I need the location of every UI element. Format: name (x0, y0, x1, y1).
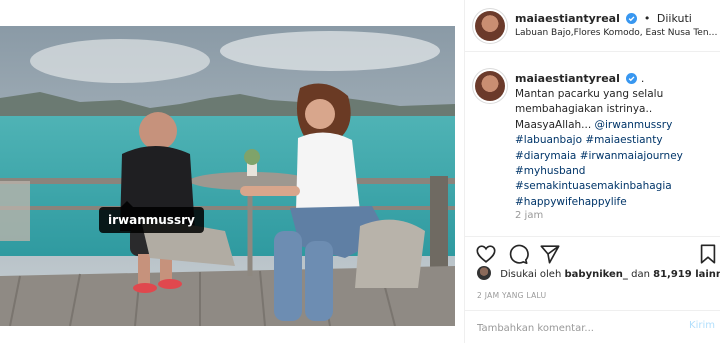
avatar[interactable] (475, 11, 505, 41)
comment-bar: Kirim (465, 310, 720, 343)
location-link[interactable]: Labuan Bajo,Flores Komodo, East Nusa Ten… (515, 28, 719, 38)
post-sidebar: maiaestiantyreal • Diikuti Labuan Bajo,F… (464, 0, 720, 343)
caption-text-fragment: MaasyaAllah... (515, 118, 592, 131)
header-user-row: maiaestiantyreal • Diikuti (515, 12, 692, 27)
caption-line: MaasyaAllah... @irwanmussry (515, 118, 715, 133)
hashtag-link[interactable]: #maiaestianty (582, 134, 662, 146)
comment-icon[interactable] (507, 243, 529, 265)
caption-text: Mantan pacarku yang selalu membahagiakan… (515, 87, 715, 210)
post-comment-button[interactable]: Kirim (689, 320, 715, 331)
post-header: maiaestiantyreal • Diikuti Labuan Bajo,F… (465, 0, 720, 52)
verified-badge-icon (626, 73, 638, 87)
caption-avatar[interactable] (475, 71, 505, 101)
hashtag-link[interactable]: #happywifehappylife (515, 195, 715, 210)
caption-time: 2 jam (515, 210, 544, 221)
caption-line: Mantan pacarku yang selalu (515, 88, 664, 100)
caption-line: membahagiakan istrinya.. (515, 103, 653, 116)
likes-summary: Disukai oleh babyniken_ dan 81,919 lainn… (477, 266, 720, 280)
hashtag-link[interactable]: #irwanmaiajourney (576, 150, 683, 162)
hashtag-link[interactable]: #labuanbajo #maiaestianty (515, 133, 715, 148)
caption-user-row: maiaestiantyreal . (515, 72, 644, 87)
liker-username-link[interactable]: babyniken_ (565, 269, 628, 280)
separator-dot: • (643, 12, 651, 25)
share-icon[interactable] (539, 243, 561, 265)
hashtag-link[interactable]: #semakintuasemakinbahagia (515, 179, 715, 194)
caption-username-link[interactable]: maiaestiantyreal (515, 72, 620, 85)
likes-count-link[interactable]: 81,919 lainnya (653, 269, 720, 280)
bookmark-icon[interactable] (697, 243, 719, 265)
heart-icon[interactable] (475, 243, 497, 265)
likes-joiner: dan (631, 269, 650, 280)
post-timestamp: 2 JAM YANG LALU (477, 291, 547, 300)
post-photo[interactable]: irwanmussry (0, 26, 455, 326)
verified-badge-icon (626, 13, 638, 27)
username-link[interactable]: maiaestiantyreal (515, 12, 620, 25)
caption-block: maiaestiantyreal . Mantan pacarku yang s… (465, 60, 720, 236)
follow-status-button[interactable]: Diikuti (657, 12, 692, 25)
hashtag-link[interactable]: #myhusband (515, 164, 715, 179)
user-tag-label[interactable]: irwanmussry (99, 201, 204, 233)
mention-link[interactable]: @irwanmussry (595, 119, 673, 131)
caption-suffix: . (640, 72, 645, 85)
photo-panel: irwanmussry (0, 0, 464, 343)
photo-scene (0, 26, 455, 326)
hashtag-link[interactable]: #diarymaia #irwanmaiajourney (515, 149, 715, 164)
liker-avatar[interactable] (477, 266, 491, 280)
comment-input[interactable] (477, 320, 667, 336)
likes-prefix: Disukai oleh (500, 269, 562, 280)
action-bar (465, 236, 720, 266)
